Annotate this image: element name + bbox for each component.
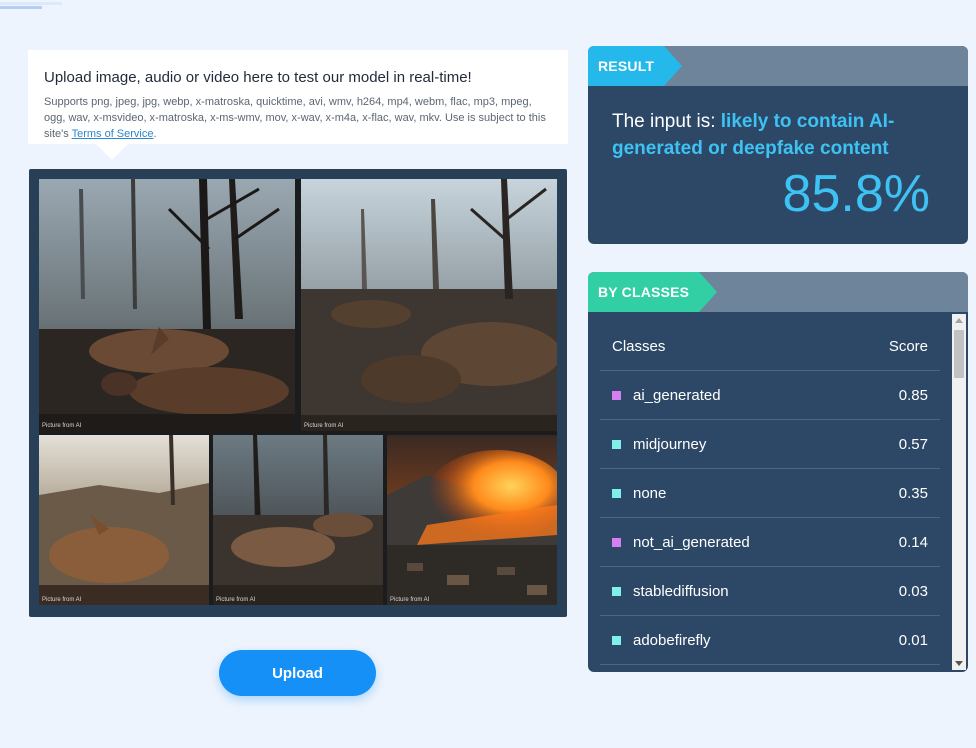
classes-column-header: Classes — [612, 337, 666, 355]
table-row: none 0.35 — [600, 469, 940, 518]
uploaded-image-preview: Picture from AI Picture from AI Picture … — [39, 179, 557, 605]
score-column-header: Score — [888, 337, 928, 355]
terms-of-service-link[interactable]: Terms of Service — [72, 128, 154, 140]
class-color-swatch — [612, 390, 621, 400]
class-label: adobefirefly — [633, 631, 711, 649]
by-classes-card: BY CLASSES Classes Score ai_generated 0.8… — [588, 272, 968, 672]
classes-scrollbar[interactable] — [952, 314, 966, 670]
image-tile-caption: Picture from AI — [304, 423, 344, 429]
upload-info-card: Upload image, audio or video here to tes… — [28, 50, 568, 160]
scroll-up-arrow-icon[interactable] — [955, 318, 963, 323]
class-color-swatch — [612, 439, 621, 449]
result-card: RESULT The input is: likely to contain A… — [588, 46, 968, 244]
result-card-header: RESULT — [588, 46, 968, 86]
top-accent-decoration — [0, 0, 62, 10]
upload-button[interactable]: Upload — [219, 650, 376, 696]
wildfire-town-image — [387, 435, 557, 605]
by-classes-header: BY CLASSES — [588, 272, 968, 312]
table-row: midjourney 0.57 — [600, 420, 940, 469]
result-statement: The input is: likely to contain AI-gener… — [612, 108, 944, 162]
class-label: none — [633, 484, 667, 502]
image-tile-4: Picture from AI — [213, 435, 383, 605]
result-prefix: The input is: — [612, 111, 721, 132]
scroll-down-arrow-icon[interactable] — [955, 661, 963, 666]
image-tile-caption: Picture from AI — [42, 597, 82, 603]
image-tile-5: Picture from AI — [387, 435, 557, 605]
class-label: not_ai_generated — [633, 533, 750, 551]
callout-pointer — [96, 144, 128, 160]
class-label: stablediffusion — [633, 582, 729, 600]
deer-in-smoke-image — [213, 435, 383, 605]
image-tile-1: Picture from AI — [39, 179, 295, 431]
supported-formats-suffix: . — [153, 128, 157, 140]
uploaded-image-panel: Picture from AI Picture from AI Picture … — [29, 169, 567, 617]
class-label: midjourney — [633, 435, 707, 453]
image-tile-2: Picture from AI — [301, 179, 557, 431]
class-color-swatch — [612, 635, 621, 645]
class-score: 0.03 — [898, 582, 928, 600]
result-percentage: 85.8% — [782, 165, 930, 223]
supported-formats-text: Supports png, jpeg, jpg, webp, x-matrosk… — [44, 94, 552, 142]
class-score: 0.85 — [898, 386, 928, 404]
class-score: 0.57 — [898, 435, 928, 453]
image-tile-caption: Picture from AI — [390, 597, 430, 603]
table-row: stablediffusion 0.03 — [600, 567, 940, 616]
classes-scroll-area[interactable]: Classes Score ai_generated 0.85 midjourney… — [588, 312, 968, 672]
classes-table: Classes Score ai_generated 0.85 midjourney… — [600, 312, 940, 665]
image-tile-caption: Picture from AI — [216, 597, 256, 603]
burnt-forest-deer-image — [39, 179, 295, 431]
class-color-swatch — [612, 488, 621, 498]
image-tile-3: Picture from AI — [39, 435, 209, 605]
table-row: not_ai_generated 0.14 — [600, 518, 940, 567]
classes-table-header: Classes Score — [600, 312, 940, 371]
class-label: ai_generated — [633, 386, 721, 404]
image-tile-caption: Picture from AI — [42, 423, 82, 429]
table-row: ai_generated 0.85 — [600, 371, 940, 420]
scrollbar-thumb[interactable] — [954, 330, 964, 378]
class-color-swatch — [612, 586, 621, 596]
class-score: 0.35 — [898, 484, 928, 502]
upload-info-title: Upload image, audio or video here to tes… — [44, 69, 472, 86]
table-row: adobefirefly 0.01 — [600, 616, 940, 665]
class-score: 0.14 — [898, 533, 928, 551]
result-tag: RESULT — [588, 46, 683, 86]
boar-on-ash-image — [301, 179, 557, 431]
class-score: 0.01 — [898, 631, 928, 649]
deer-on-hillside-image — [39, 435, 209, 605]
class-color-swatch — [612, 537, 621, 547]
by-classes-tag: BY CLASSES — [588, 272, 718, 312]
